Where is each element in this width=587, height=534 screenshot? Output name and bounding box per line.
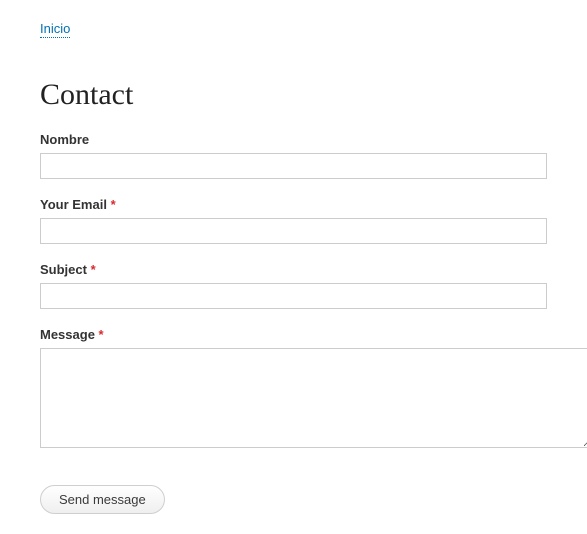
form-group-message: Message * xyxy=(40,327,547,453)
form-group-name: Nombre xyxy=(40,132,547,179)
email-label: Your Email * xyxy=(40,197,547,212)
required-mark-icon: * xyxy=(91,262,96,277)
name-input[interactable] xyxy=(40,153,547,179)
message-textarea[interactable] xyxy=(40,348,587,448)
name-label-text: Nombre xyxy=(40,132,89,147)
subject-input[interactable] xyxy=(40,283,547,309)
required-mark-icon: * xyxy=(99,327,104,342)
subject-label: Subject * xyxy=(40,262,547,277)
page-title: Contact xyxy=(40,78,547,112)
message-label-text: Message xyxy=(40,327,99,342)
contact-form: Nombre Your Email * Subject * Message * … xyxy=(40,132,547,514)
form-group-email: Your Email * xyxy=(40,197,547,244)
name-label: Nombre xyxy=(40,132,547,147)
breadcrumb-home-link[interactable]: Inicio xyxy=(40,21,70,38)
required-mark-icon: * xyxy=(111,197,116,212)
send-message-button[interactable]: Send message xyxy=(40,485,165,514)
message-label: Message * xyxy=(40,327,547,342)
email-label-text: Your Email xyxy=(40,197,111,212)
form-group-subject: Subject * xyxy=(40,262,547,309)
subject-label-text: Subject xyxy=(40,262,91,277)
email-input[interactable] xyxy=(40,218,547,244)
